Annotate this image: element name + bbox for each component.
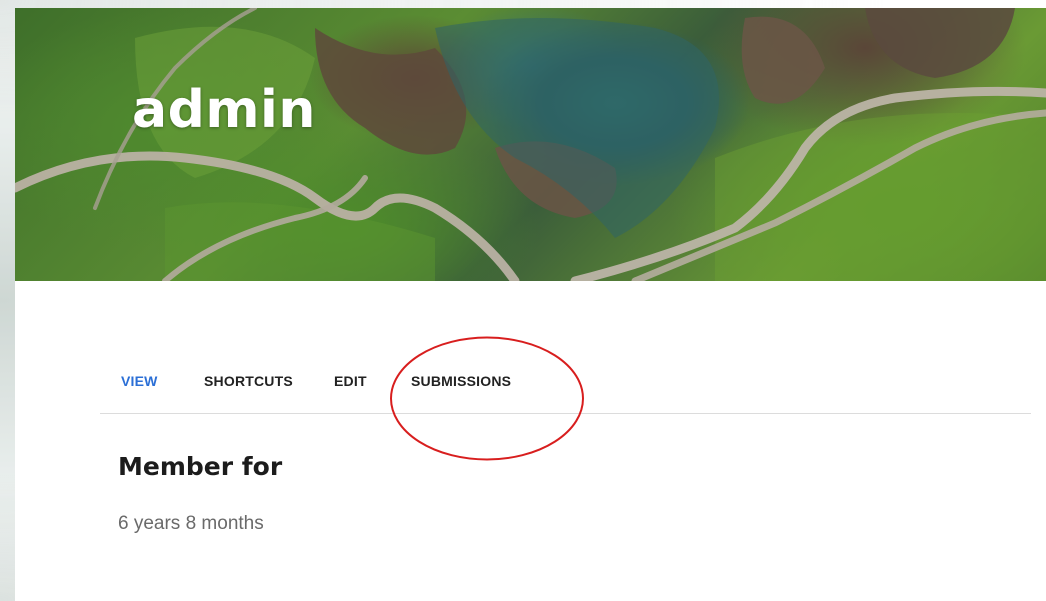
tab-edit[interactable]: EDIT — [334, 373, 367, 389]
hero-landscape-image — [15, 8, 1046, 281]
member-duration: 6 years 8 months — [118, 513, 264, 534]
profile-username: admin — [132, 80, 316, 140]
annotation-circle — [390, 336, 584, 461]
tab-shortcuts[interactable]: SHORTCUTS — [204, 373, 293, 389]
tab-view[interactable]: VIEW — [121, 373, 158, 389]
hero-banner: admin — [15, 8, 1046, 281]
member-for-heading: Member for — [118, 452, 283, 481]
page: admin VIEW SHORTCUTS EDIT SUBMISSIONS Me… — [0, 0, 1046, 601]
